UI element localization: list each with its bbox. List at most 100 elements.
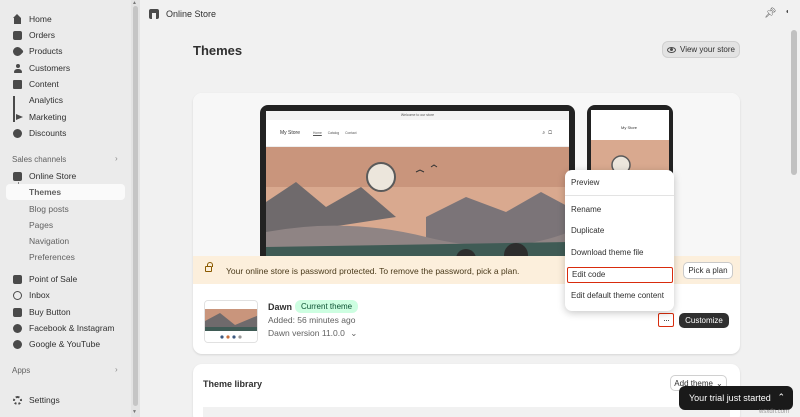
sidebar-item-label: Settings (29, 395, 60, 405)
theme-library-card: Theme library Add theme ⌄ (193, 364, 740, 417)
theme-thumbnail (204, 300, 258, 343)
sidebar-scrollbar[interactable]: ▲ ▼ (131, 0, 140, 417)
chevron-right-icon[interactable]: › (115, 154, 118, 163)
menu-item-preview[interactable]: Preview (565, 175, 674, 191)
store-name: My Store (280, 130, 301, 136)
pin-icon[interactable]: 📌︎ (764, 8, 777, 19)
sidebar-item-label: Analytics (29, 95, 64, 105)
menu-item-duplicate[interactable]: Duplicate (565, 223, 674, 239)
store-nav: Home Catalog Contact (313, 131, 363, 135)
view-store-label: View your store (680, 45, 735, 54)
sidebar-item-label: Customers (29, 63, 71, 73)
watermark: wsxdn.com (759, 409, 790, 415)
sidebar-item-label: Themes (29, 187, 62, 197)
menu-divider (565, 195, 674, 196)
chevron-right-icon[interactable]: › (115, 365, 118, 374)
sidebar: Home Orders Products Customers Content A… (0, 0, 131, 417)
theme-actions-menu: Preview Rename Duplicate Download theme … (565, 170, 674, 311)
sidebar-item-customers[interactable]: Customers (6, 60, 125, 76)
trial-toast[interactable]: Your trial just started ⌃ (679, 386, 793, 410)
inbox-icon (13, 290, 22, 300)
sales-channels-label: Sales channels (12, 155, 67, 164)
store-header: My Store Home Catalog Contact ⌕▢ (266, 120, 569, 147)
sidebar-item-discounts[interactable]: Discounts (6, 125, 125, 141)
sidebar-item-label: Online Store (29, 171, 77, 181)
sidebar-item-label: Navigation (29, 236, 70, 246)
hero-image (266, 147, 569, 256)
topbar: Online Store 📌︎ ••• (140, 0, 796, 28)
sidebar-item-blog-posts[interactable]: Blog posts (6, 201, 125, 217)
facebook-instagram-icon (13, 323, 22, 333)
sidebar-item-point-of-sale[interactable]: Point of Sale (6, 271, 125, 287)
theme-version[interactable]: Dawn version 11.0.0 ⌄ (268, 328, 357, 339)
sidebar-item-content[interactable]: Content (6, 76, 125, 92)
lock-icon (205, 262, 213, 272)
theme-version-label: Dawn version 11.0.0 (268, 328, 345, 338)
chevron-up-icon[interactable]: ⌃ (777, 392, 785, 403)
customers-icon (13, 63, 22, 73)
scroll-down-icon[interactable]: ▼ (132, 409, 137, 415)
sidebar-item-google-youtube[interactable]: Google & YouTube (6, 336, 125, 352)
sidebar-item-label: Discounts (29, 128, 67, 138)
sidebar-item-label: Facebook & Instagram (29, 323, 115, 333)
theme-actions-button[interactable]: ··· (658, 313, 674, 327)
toast-text: Your trial just started (689, 393, 771, 403)
menu-item-edit-default-theme-content[interactable]: Edit default theme content (565, 288, 674, 304)
google-youtube-icon (13, 339, 22, 349)
sidebar-item-analytics[interactable]: Analytics (6, 92, 125, 115)
sidebar-item-inbox[interactable]: Inbox (6, 287, 125, 303)
menu-item-download-theme-file[interactable]: Download theme file (565, 245, 674, 261)
topbar-title: Online Store (166, 9, 217, 19)
store-nav-item: Home (313, 131, 322, 135)
sidebar-item-themes[interactable]: Themes (6, 184, 125, 200)
orders-icon (13, 30, 22, 40)
theme-thumbnail-image (205, 301, 257, 342)
marketing-icon (13, 112, 23, 122)
menu-item-rename[interactable]: Rename (565, 202, 674, 218)
scrollbar-thumb[interactable] (133, 6, 138, 406)
sidebar-item-label: Marketing (29, 112, 67, 122)
sidebar-item-navigation[interactable]: Navigation (6, 233, 125, 249)
sidebar-item-products[interactable]: Products (6, 43, 125, 59)
sidebar-item-home[interactable]: Home (6, 11, 125, 27)
store-header-icons: ⌕▢ (542, 130, 555, 136)
sidebar-item-label: Inbox (29, 290, 50, 300)
store-nav-item: Contact (345, 131, 357, 135)
pick-plan-button[interactable]: Pick a plan (683, 262, 733, 279)
scrollbar-thumb[interactable] (791, 30, 797, 175)
sidebar-item-preferences[interactable]: Preferences (6, 249, 125, 265)
sidebar-item-orders[interactable]: Orders (6, 27, 125, 43)
library-row-placeholder (203, 407, 730, 417)
store-nav-item: Catalog (327, 131, 340, 135)
sidebar-item-label: Products (29, 46, 63, 56)
sidebar-item-label: Content (29, 79, 59, 89)
main-scrollbar[interactable] (788, 0, 800, 417)
announcement-bar: Welcome to our store (266, 111, 569, 120)
view-store-button[interactable]: View your store (662, 41, 740, 58)
sidebar-item-buy-button[interactable]: Buy Button (6, 304, 125, 320)
page-title: Themes (193, 43, 243, 58)
theme-added-time: Added: 56 minutes ago (268, 315, 356, 325)
customize-button[interactable]: Customize (679, 313, 729, 328)
banner-text: Your online store is password protected.… (226, 266, 520, 276)
sidebar-item-marketing[interactable]: Marketing (6, 109, 125, 125)
online-store-icon (149, 9, 159, 19)
sidebar-item-pages[interactable]: Pages (6, 217, 125, 233)
apps-label: Apps (12, 366, 31, 375)
menu-item-edit-code[interactable]: Edit code (567, 267, 673, 283)
analytics-icon (13, 95, 22, 115)
sidebar-item-settings[interactable]: Settings (6, 392, 125, 408)
products-icon (11, 44, 24, 58)
sidebar-item-label: Blog posts (29, 204, 69, 214)
eye-icon (667, 46, 676, 53)
sidebar-item-label: Preferences (29, 252, 75, 262)
buy-button-icon (13, 307, 22, 317)
sidebar-item-label: Orders (29, 30, 55, 40)
sidebar-item-facebook-instagram[interactable]: Facebook & Instagram (6, 320, 125, 336)
home-icon (13, 13, 22, 24)
current-theme-badge: Current theme (295, 300, 359, 313)
sidebar-item-label: Buy Button (29, 307, 71, 317)
sidebar-item-label: Pages (29, 220, 54, 230)
theme-name: Dawn (268, 302, 293, 312)
content-icon (13, 79, 22, 89)
